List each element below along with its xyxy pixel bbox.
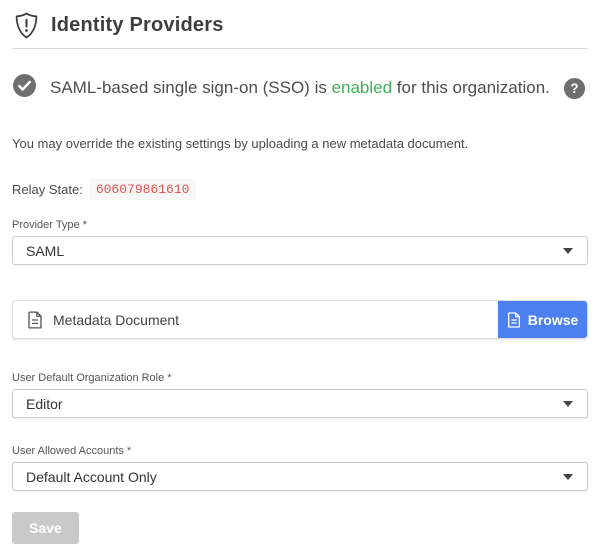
document-icon: [27, 311, 43, 329]
override-description: You may override the existing settings b…: [12, 136, 588, 151]
chevron-down-icon: [563, 248, 573, 254]
check-circle-icon: [12, 73, 37, 103]
allowed-accounts-value: Default Account Only: [26, 469, 157, 485]
sso-enabled-highlight: enabled: [332, 78, 393, 97]
browse-button-label: Browse: [528, 312, 579, 328]
sso-status-row: SAML-based single sign-on (SSO) is enabl…: [12, 73, 588, 103]
provider-type-value: SAML: [26, 243, 64, 259]
allowed-accounts-select[interactable]: Default Account Only: [12, 462, 588, 491]
allowed-accounts-label: User Allowed Accounts *: [12, 445, 588, 457]
metadata-document-field[interactable]: Metadata Document: [13, 301, 498, 338]
org-role-value: Editor: [26, 396, 63, 412]
browse-button[interactable]: Browse: [498, 301, 587, 338]
org-role-label: User Default Organization Role *: [12, 372, 588, 384]
org-role-group: User Default Organization Role * Editor: [12, 372, 588, 418]
relay-state-label: Relay State:: [12, 182, 83, 197]
provider-type-select[interactable]: SAML: [12, 236, 588, 265]
relay-state-row: Relay State: 606079861610: [12, 179, 588, 200]
provider-type-label: Provider Type *: [12, 219, 588, 231]
question-circle-icon[interactable]: ?: [563, 77, 586, 100]
chevron-down-icon: [563, 401, 573, 407]
provider-type-group: Provider Type * SAML: [12, 219, 588, 265]
metadata-upload-row: Metadata Document Browse: [12, 300, 588, 339]
sso-status-text: SAML-based single sign-on (SSO) is enabl…: [50, 78, 550, 98]
save-button[interactable]: Save: [12, 512, 79, 544]
svg-text:?: ?: [570, 81, 578, 96]
page-header: Identity Providers: [12, 10, 588, 49]
chevron-down-icon: [563, 474, 573, 480]
metadata-document-placeholder: Metadata Document: [53, 312, 179, 328]
document-upload-icon: [507, 312, 521, 328]
page-title: Identity Providers: [51, 14, 224, 37]
relay-state-value: 606079861610: [89, 179, 197, 200]
org-role-select[interactable]: Editor: [12, 389, 588, 418]
allowed-accounts-group: User Allowed Accounts * Default Account …: [12, 445, 588, 491]
identity-providers-page: Identity Providers SAML-based single sig…: [0, 0, 600, 552]
shield-exclamation-icon: [14, 12, 39, 39]
